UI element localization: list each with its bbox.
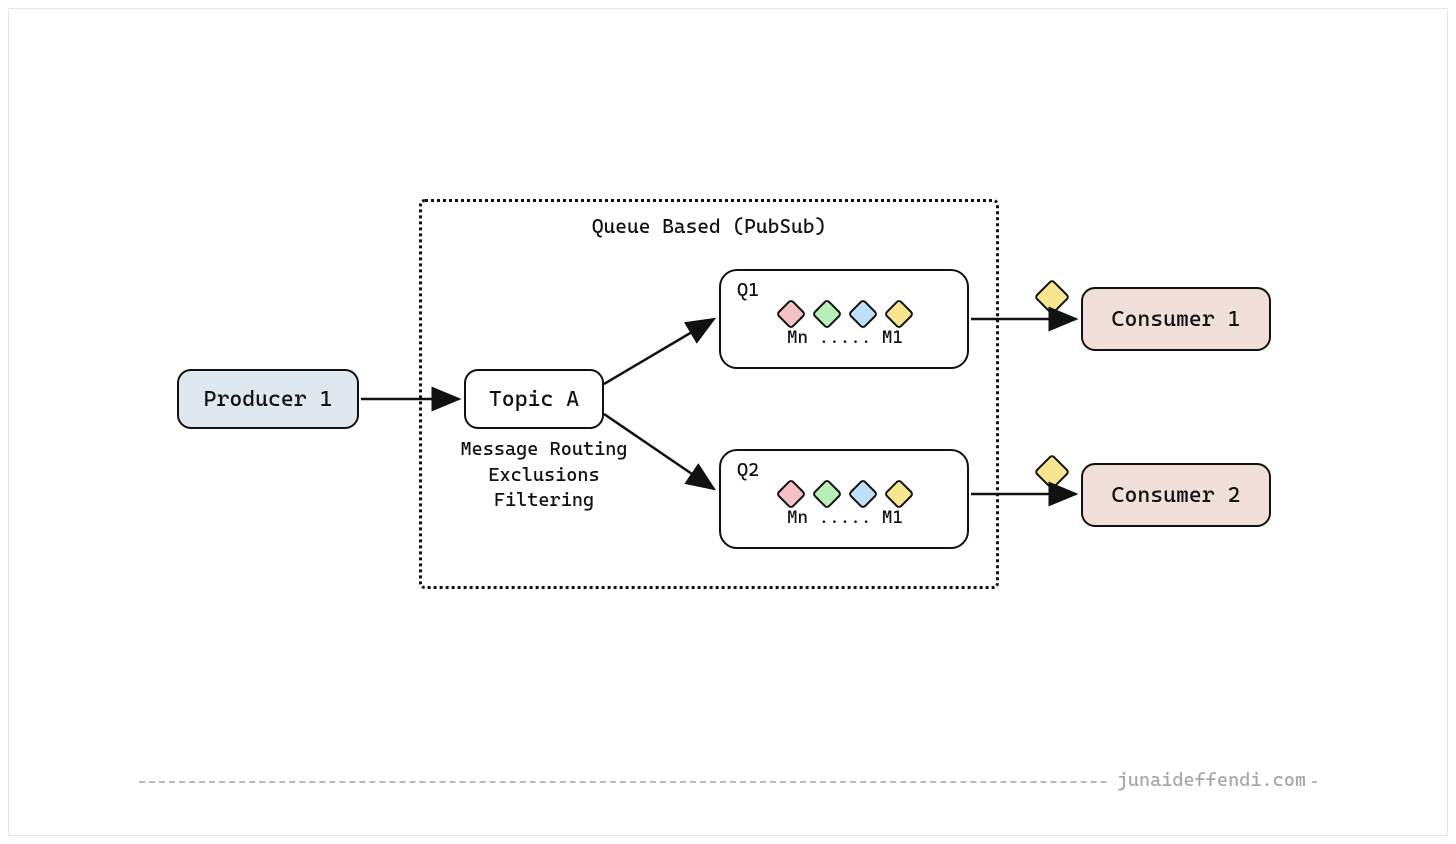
message-diamond-icon <box>847 298 878 329</box>
topic-subtitle-line: Message Routing <box>449 437 639 463</box>
consumer-2-label: Consumer 2 <box>1112 483 1241 508</box>
topic-subtitle-line: Exclusions <box>449 463 639 489</box>
queue-q2-label: Q2 <box>737 459 953 481</box>
consumer-1-label: Consumer 1 <box>1112 307 1241 332</box>
in-flight-message-icon <box>1034 279 1071 316</box>
queue-q2-messages <box>737 483 953 505</box>
message-diamond-icon <box>775 478 806 509</box>
consumer-2-node: Consumer 2 <box>1081 463 1271 527</box>
message-diamond-icon <box>775 298 806 329</box>
message-diamond-icon <box>811 298 842 329</box>
in-flight-message-icon <box>1034 454 1071 491</box>
topic-label: Topic A <box>489 387 579 412</box>
topic-node: Topic A <box>464 369 604 429</box>
queue-q1-label: Q1 <box>737 279 953 301</box>
queue-q1-messages <box>737 303 953 325</box>
message-diamond-icon <box>847 478 878 509</box>
queue-q1: Q1 Mn ..... M1 <box>719 269 969 369</box>
consumer-1-node: Consumer 1 <box>1081 287 1271 351</box>
footer-attribution: junaideffendi.com <box>1111 769 1312 791</box>
producer-node: Producer 1 <box>177 369 359 429</box>
pubsub-title: Queue Based (PubSub) <box>439 214 979 238</box>
queue-q2: Q2 Mn ..... M1 <box>719 449 969 549</box>
queue-q1-sub: Mn ..... M1 <box>737 327 953 348</box>
message-diamond-icon <box>811 478 842 509</box>
message-diamond-icon <box>883 478 914 509</box>
topic-subtitle: Message Routing Exclusions Filtering <box>449 437 639 514</box>
diagram-canvas: Queue Based (PubSub) Producer 1 Topic A … <box>9 9 1447 835</box>
message-diamond-icon <box>883 298 914 329</box>
queue-q2-sub: Mn ..... M1 <box>737 507 953 528</box>
producer-label: Producer 1 <box>204 387 333 412</box>
diagram-frame: Queue Based (PubSub) Producer 1 Topic A … <box>8 8 1448 836</box>
topic-subtitle-line: Filtering <box>449 488 639 514</box>
